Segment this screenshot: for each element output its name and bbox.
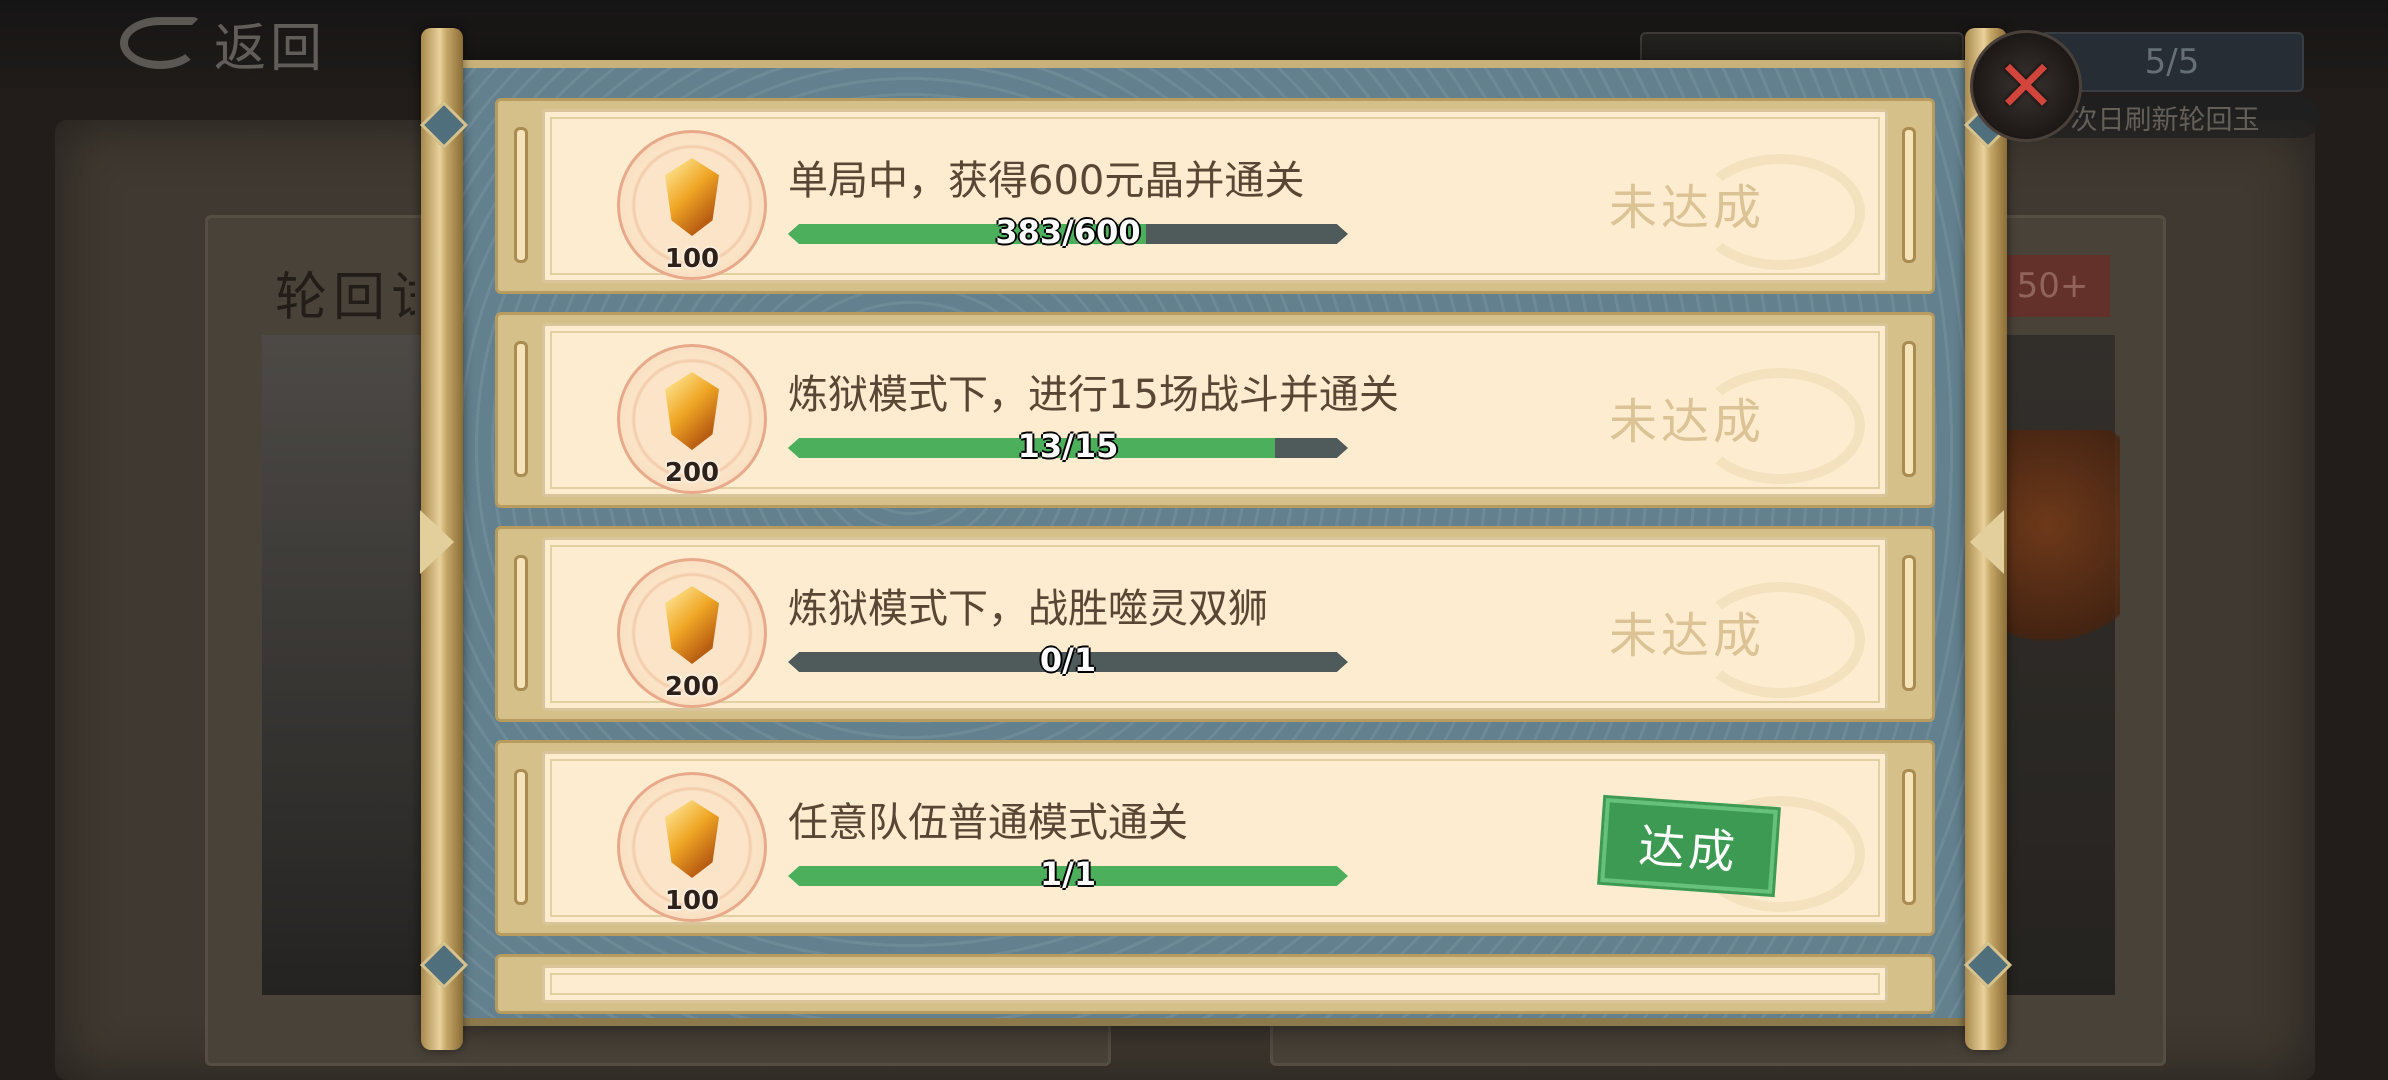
achievement-card: 100 单局中，获得600元晶并通关 383/600 未达成	[542, 109, 1888, 283]
status-label: 未达成	[1608, 394, 1765, 450]
achievement-title: 任意队伍普通模式通关	[788, 800, 1188, 846]
reward-seal: 100	[617, 772, 767, 922]
roller-gem-icon	[1963, 940, 2013, 990]
achievement-row-partial	[495, 954, 1935, 1014]
arrow-left-icon	[420, 510, 454, 574]
back-label: 返回	[214, 18, 327, 79]
achievement-row: 100 单局中，获得600元晶并通关 383/600 未达成	[495, 98, 1935, 294]
reward-count: 200	[664, 672, 720, 702]
row-ornament	[514, 769, 528, 905]
row-ornament	[514, 341, 528, 477]
completed-stamp[interactable]: 达成	[1597, 794, 1781, 898]
achievement-row: 100 任意队伍普通模式通关 1/1 达成	[495, 740, 1935, 936]
achievement-title: 炼狱模式下，战胜噬灵双狮	[788, 586, 1268, 632]
reward-count: 100	[664, 886, 720, 916]
progress-text: 383/600	[995, 213, 1141, 251]
achievement-row: 200 炼狱模式下，战胜噬灵双狮 0/1 未达成	[495, 526, 1935, 722]
status-label: 未达成	[1608, 180, 1765, 236]
achievement-list[interactable]: 100 单局中，获得600元晶并通关 383/600 未达成 200 炼狱模式下…	[495, 98, 1935, 1032]
back-button[interactable]: 返回	[120, 8, 327, 79]
row-ornament	[1902, 555, 1916, 691]
status-label: 未达成	[1608, 608, 1765, 664]
progress-text: 0/1	[1039, 641, 1097, 679]
progress-text: 1/1	[1039, 855, 1097, 893]
achievement-card	[542, 965, 1888, 1003]
reward-count: 200	[664, 458, 720, 488]
achievement-card: 200 炼狱模式下，进行15场战斗并通关 13/15 未达成	[542, 323, 1888, 497]
row-ornament	[1902, 769, 1916, 905]
reward-seal: 100	[617, 130, 767, 280]
achievement-title: 单局中，获得600元晶并通关	[788, 158, 1305, 204]
close-button[interactable]: ✕	[1970, 30, 2082, 142]
close-x-icon: ✕	[1995, 44, 2057, 128]
reward-seal: 200	[617, 344, 767, 494]
row-ornament	[1902, 341, 1916, 477]
background-card-title: 轮回试	[275, 268, 415, 328]
achievement-title: 炼狱模式下，进行15场战斗并通关	[788, 372, 1399, 418]
achievement-card: 200 炼狱模式下，战胜噬灵双狮 0/1 未达成	[542, 537, 1888, 711]
reward-seal: 200	[617, 558, 767, 708]
roller-gem-icon	[419, 940, 469, 990]
arrow-right-icon	[1970, 510, 2004, 574]
achievement-card: 100 任意队伍普通模式通关 1/1 达成	[542, 751, 1888, 925]
roller-gem-icon	[419, 100, 469, 150]
row-ornament	[1902, 127, 1916, 263]
background-badge: 50+	[1995, 255, 2110, 317]
swirl-back-icon	[120, 17, 200, 69]
reward-count: 100	[664, 244, 720, 274]
row-ornament	[514, 555, 528, 691]
achievement-row: 200 炼狱模式下，进行15场战斗并通关 13/15 未达成	[495, 312, 1935, 508]
row-ornament	[514, 127, 528, 263]
progress-text: 13/15	[1017, 427, 1119, 465]
background-fire-art	[2000, 430, 2120, 670]
